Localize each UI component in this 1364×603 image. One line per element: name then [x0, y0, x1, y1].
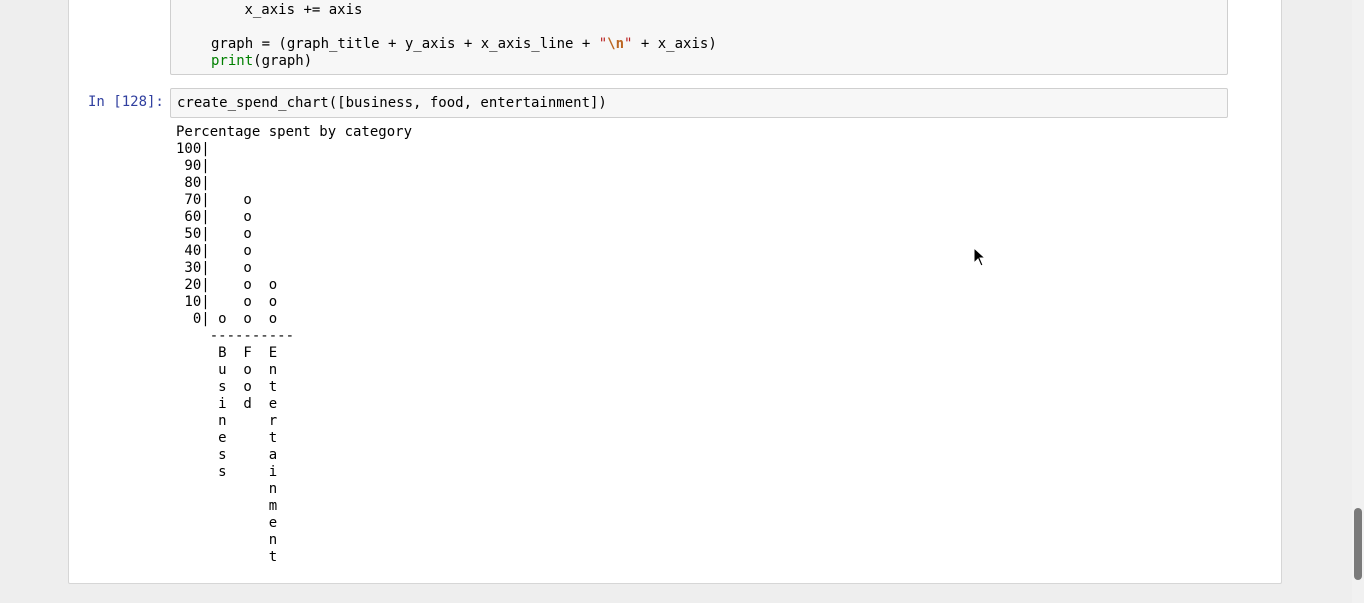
code-line: create_spend_chart([business, food, ente…	[177, 95, 607, 111]
output-line: s a	[176, 447, 295, 463]
code-cell-input[interactable]: create_spend_chart([business, food, ente…	[170, 88, 1228, 118]
output-line: B F E	[176, 345, 295, 361]
string-literal: "\n"	[598, 36, 633, 52]
output-line: 60| o	[176, 209, 295, 225]
scrollbar[interactable]	[1352, 0, 1364, 603]
notebook-container: x_axis += axis graph = (graph_title + y_…	[68, 0, 1282, 584]
output-line: ----------	[176, 328, 295, 344]
output-line: n	[176, 532, 295, 548]
input-prompt: In [128]:	[88, 94, 164, 110]
output-line: s o t	[176, 379, 295, 395]
output-line: e t	[176, 430, 295, 446]
mouse-pointer-icon	[973, 247, 987, 267]
code-line: x_axis += axis	[244, 2, 363, 18]
notebook-viewport: x_axis += axis graph = (graph_title + y_…	[0, 0, 1364, 603]
output-line: 20| o o	[176, 277, 295, 293]
output-line: m	[176, 498, 295, 514]
output-line: i d e	[176, 396, 295, 412]
code-cell-input-previous[interactable]: x_axis += axis graph = (graph_title + y_…	[170, 0, 1228, 75]
output-line: u o n	[176, 362, 295, 378]
cell-output: Percentage spent by category 100| 90| 80|…	[176, 124, 412, 566]
output-title: Percentage spent by category	[176, 124, 413, 140]
output-line: 50| o	[176, 226, 295, 242]
output-line: 90|	[176, 158, 295, 174]
output-line: 70| o	[176, 192, 295, 208]
scrollbar-thumb[interactable]	[1354, 508, 1362, 580]
output-line: 80|	[176, 175, 295, 191]
output-line: s i	[176, 464, 295, 480]
output-line: 100|	[176, 141, 295, 157]
output-line: 0| o o o	[176, 311, 295, 327]
output-line: n r	[176, 413, 295, 429]
output-line: t	[176, 549, 295, 565]
output-line: n	[176, 481, 295, 497]
code-line: print(graph)	[211, 53, 313, 69]
code-line: graph = (graph_title + y_axis + x_axis_l…	[211, 36, 717, 52]
builtin-name: print	[211, 53, 254, 69]
output-line: e	[176, 515, 295, 531]
output-line: 40| o	[176, 243, 295, 259]
output-line: 30| o	[176, 260, 295, 276]
output-line: 10| o o	[176, 294, 295, 310]
